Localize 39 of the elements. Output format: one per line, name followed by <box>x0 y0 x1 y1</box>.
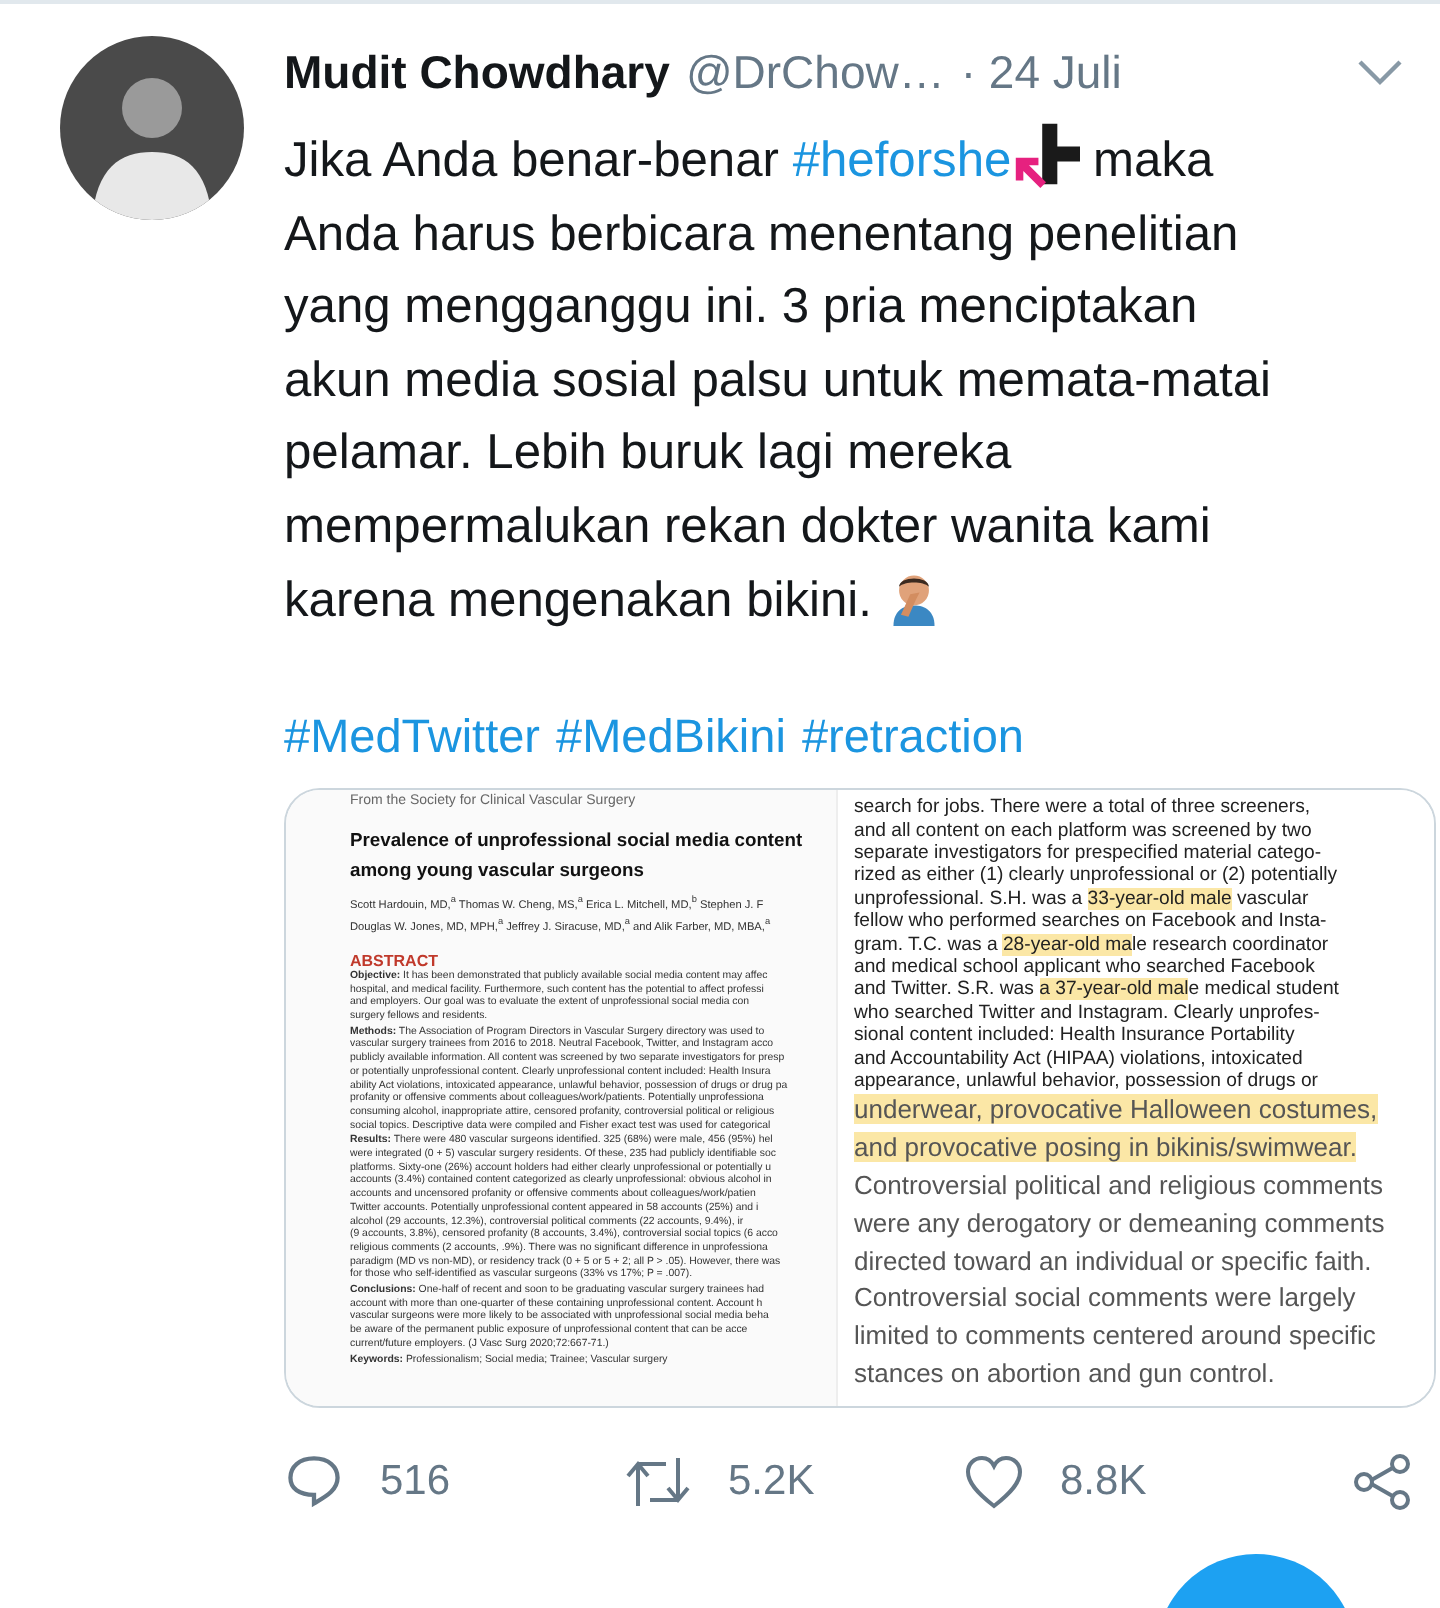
retweet-count: 5.2K <box>728 1458 815 1507</box>
author-handle: @DrChow… <box>685 45 945 99</box>
document-line: Controversial political and religious comments <box>854 1168 1385 1205</box>
hashtag-link[interactable]: #MedTwitter <box>284 710 540 765</box>
document-line: sional content included: Health Insurance Portability <box>854 1024 1297 1048</box>
attached-image[interactable] <box>284 788 1436 1409</box>
tweet-text: Jika Anda benar-benar #heforshe maka Anda harus berbicara menentang penelitian yang mengganggu ini. 3 pria menciptakan akun media sosial palsu untuk memata-matai pelamar. Lebih buruk lagi mereka mempermalukan rekan dokter wanita kami karena mengenakan bikini. <box>284 120 1314 639</box>
document-line: and Twitter. S.R. was a 37-year-old male medical student <box>854 978 1341 1002</box>
document-line: fellow who performed searches on Facebook and Insta- <box>854 910 1329 934</box>
hashtag-link[interactable]: #heforshe <box>792 134 1012 188</box>
document-line: gram. T.C. was a 28-year-old male research coordinator <box>854 933 1331 956</box>
document-line: and Accountability Act (HIPAA) violations, intoxicated <box>854 1047 1305 1071</box>
author-name: Mudit Chowdhary <box>284 45 670 99</box>
document-line: who searched Twitter and Instagram. Clearly unprofes- <box>854 1001 1322 1025</box>
chevron-down-icon[interactable] <box>1356 58 1404 86</box>
like-count: 8.8K <box>1060 1458 1147 1507</box>
document-line: search for jobs. There were a total of three screeners, <box>854 796 1313 820</box>
reply-count: 516 <box>380 1458 451 1507</box>
document-line: unprofessional. S.H. was a 33-year-old male vascular <box>854 887 1311 911</box>
abstract-heading: ABSTRACT <box>350 951 440 970</box>
document-line: limited to comments centered around specific <box>854 1318 1378 1355</box>
document-line: separate investigators for prespecified material catego- <box>854 841 1324 865</box>
share-icon[interactable] <box>1352 1452 1412 1513</box>
document-line: stances on abortion and gun control. <box>854 1356 1277 1393</box>
document-line: were any derogatory or demeaning comments <box>854 1205 1387 1242</box>
reply-icon[interactable] <box>284 1452 344 1513</box>
arrow-plus-icon <box>1011 120 1080 188</box>
article-title: Prevalence of unprofessional social media content among young vascular surgeons <box>350 826 805 885</box>
heart-icon[interactable] <box>964 1454 1024 1511</box>
document-line: appearance, unlawful behavior, possession of drugs or <box>854 1070 1320 1093</box>
document-line: Controversial social comments were largely <box>854 1280 1358 1317</box>
hashtag-link[interactable]: #retraction <box>801 710 1024 765</box>
document-line: and all content on each platform was screened by two <box>854 819 1314 842</box>
hashtag-link[interactable]: #MedBikini <box>556 710 786 765</box>
document-line: and medical school applicant who searched Facebook <box>854 956 1317 979</box>
retweet-icon[interactable] <box>624 1454 692 1511</box>
tweet-date: · 24 Juli <box>960 45 1122 99</box>
document-line: rized as either (1) clearly unprofessional or (2) potentially <box>854 864 1340 888</box>
document-line: directed toward an individual or specific faith. <box>854 1243 1374 1280</box>
